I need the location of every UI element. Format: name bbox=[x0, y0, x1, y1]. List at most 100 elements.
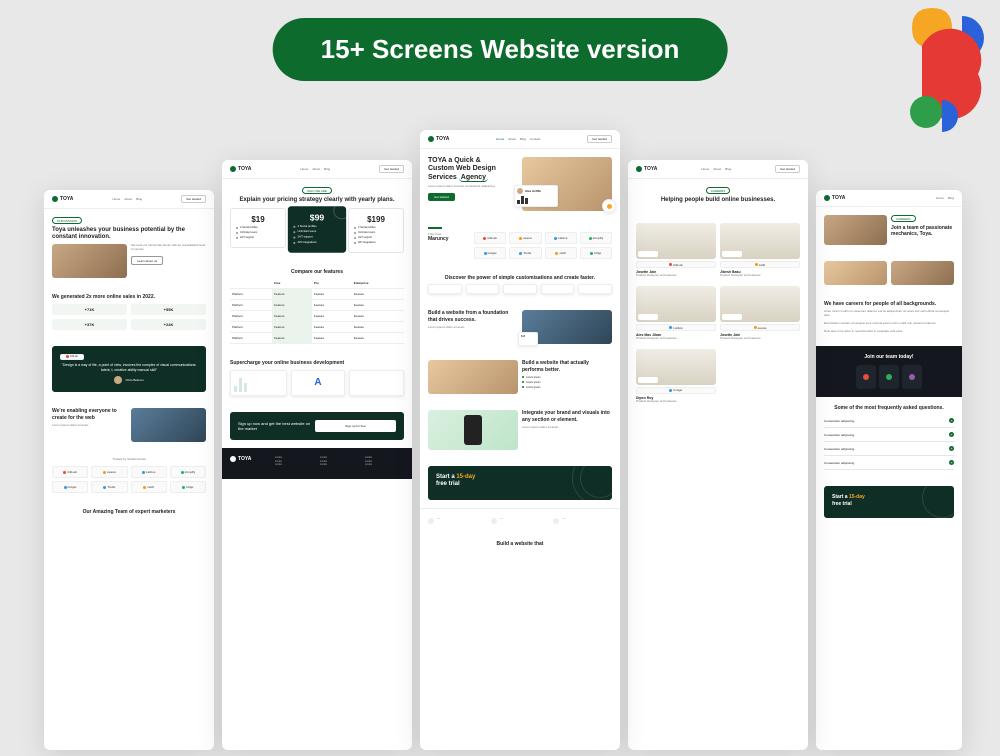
discover-title: Discover the power of simple customisati… bbox=[428, 275, 612, 281]
chart-card bbox=[349, 370, 404, 396]
feature-title: Build a website that actually performs b… bbox=[522, 360, 612, 373]
pricing-title: Explain your pricing strategy clearly wi… bbox=[230, 197, 404, 204]
hero-cta[interactable]: Get started bbox=[428, 193, 455, 201]
brand-logo: Trello bbox=[509, 247, 541, 259]
screen-team: TOYA HomeAboutBlog Get started CAREERS H… bbox=[628, 160, 808, 750]
badge: WHO WE ARE bbox=[302, 187, 332, 194]
brand-logo: Trello bbox=[91, 481, 127, 493]
super-title: Supercharge your online business develop… bbox=[230, 360, 404, 366]
overlay-card: Alex Griffin bbox=[514, 185, 558, 207]
hero-title: Toya unleashes your business potential b… bbox=[52, 227, 206, 241]
brand-logo: asana bbox=[91, 466, 127, 478]
brands-title: Trusted by Global brands bbox=[52, 458, 206, 462]
overlay-card: $18 bbox=[518, 332, 538, 346]
logo[interactable]: TOYA bbox=[428, 136, 449, 142]
nav-links[interactable]: HomeAboutBlog bbox=[701, 167, 731, 171]
nav-cta[interactable]: Get started bbox=[775, 165, 800, 173]
brand-logo: zwilt bbox=[545, 247, 577, 259]
screen-pricing: TOYA HomeAboutBlog Get started WHO WE AR… bbox=[222, 160, 412, 750]
banner-pill: 15+ Screens Website version bbox=[273, 18, 728, 81]
faq-item[interactable]: Consectetur adipiscing+ bbox=[824, 414, 954, 428]
brand-logo: GitLab bbox=[52, 466, 88, 478]
feature-tile bbox=[466, 284, 500, 294]
stat: +24K bbox=[131, 319, 206, 330]
image bbox=[428, 360, 518, 394]
stat: +71K bbox=[52, 304, 127, 315]
nav: TOYA HomeAboutBlogContact Get started bbox=[420, 130, 620, 149]
feature-title: Integrate your brand and visuals into an… bbox=[522, 410, 612, 423]
logo[interactable]: TOYA bbox=[52, 196, 73, 202]
cta-band: Start a 15-dayfree trial bbox=[824, 486, 954, 518]
feature-tile bbox=[578, 284, 612, 294]
hero-sub: We treat our clients like family with an… bbox=[131, 244, 206, 252]
person-card: holger Dipen Roy Product Designer at Fre… bbox=[636, 349, 716, 408]
nav-cta[interactable]: Get started bbox=[181, 195, 206, 203]
image bbox=[891, 261, 954, 285]
cta-band: Start a 15-dayfree trial bbox=[428, 466, 612, 499]
nav-links[interactable]: HomeAboutBlog bbox=[300, 167, 330, 171]
logo[interactable]: TOYA bbox=[636, 166, 657, 172]
screen-careers: TOYA HomeBlog CAREERS Join a team of pas… bbox=[816, 190, 962, 750]
enable-title: We're enabling everyone to create for th… bbox=[52, 408, 127, 421]
nav-links[interactable]: HomeAboutBlog bbox=[112, 197, 142, 201]
hero-title: Join a team of passionate mechanics, Toy… bbox=[891, 225, 954, 238]
person-card: GitLab Josette Jain Product Designer at … bbox=[636, 223, 716, 282]
compare-table: FreeProEnterprise PlatformFeatureFeature… bbox=[230, 278, 404, 344]
brand-logo: shopify bbox=[580, 232, 612, 244]
nav-cta[interactable]: Get started bbox=[587, 135, 612, 143]
price-card[interactable]: $19 4 Social profiles Unlimited users 24… bbox=[230, 208, 286, 248]
nav-links[interactable]: HomeAboutBlogContact bbox=[496, 137, 540, 141]
nav-links[interactable]: HomeBlog bbox=[936, 196, 954, 200]
hero-title: TOYA a Quick & Custom Web Design Service… bbox=[428, 157, 518, 182]
person-card: Lattice Alex Max Jiban Product Designer … bbox=[636, 286, 716, 345]
brand-logo: zwilt bbox=[131, 481, 167, 493]
build-title: Build a website that bbox=[428, 541, 612, 547]
feature-tile bbox=[503, 284, 537, 294]
price-card-featured[interactable]: $99 4 Social profiles Unlimited users 24… bbox=[288, 206, 346, 252]
badge: CAREERS bbox=[891, 215, 916, 222]
stat: +55K bbox=[131, 304, 206, 315]
faq-item[interactable]: Consectetur adipiscing+ bbox=[824, 428, 954, 442]
brand-logo: GitLab bbox=[474, 232, 506, 244]
brand-logo: Lattice bbox=[545, 232, 577, 244]
brand-logo: shopify bbox=[170, 466, 206, 478]
hero-cta[interactable]: Learn about us bbox=[131, 256, 163, 265]
signup-button[interactable]: Sign up for free bbox=[315, 420, 396, 432]
brand-logo: klipp bbox=[170, 481, 206, 493]
join-band: Join our team today! bbox=[816, 346, 962, 397]
footer: TOYA LinksLinksLinks LinksLinksLinks Lin… bbox=[222, 448, 412, 480]
testimonial: GitLab "Design is a way of life, a point… bbox=[52, 346, 206, 393]
nav-cta[interactable]: Get started bbox=[379, 165, 404, 173]
role-pill[interactable] bbox=[879, 365, 899, 389]
compare-title: Compare our features bbox=[230, 269, 404, 275]
brand-logo: holger bbox=[52, 481, 88, 493]
brand-logo: klipp bbox=[580, 247, 612, 259]
faq-item[interactable]: Consectetur adipiscing+ bbox=[824, 442, 954, 456]
image bbox=[131, 408, 206, 442]
role-pill[interactable] bbox=[856, 365, 876, 389]
logo[interactable]: TOYA bbox=[230, 166, 251, 172]
brand-logo: Lattice bbox=[131, 466, 167, 478]
image bbox=[428, 410, 518, 450]
faq-item[interactable]: Consectetur adipiscing+ bbox=[824, 456, 954, 470]
hero-image bbox=[52, 244, 127, 278]
logo[interactable]: TOYA bbox=[824, 195, 845, 201]
team-title: Our Amazing Team of expert marketers bbox=[52, 509, 206, 515]
screen-home: TOYA HomeAboutBlogContact Get started TO… bbox=[420, 130, 620, 750]
role-pill[interactable] bbox=[902, 365, 922, 389]
price-card[interactable]: $199 4 Social profiles Unlimited users 2… bbox=[348, 208, 404, 253]
image bbox=[824, 261, 887, 285]
chart-card bbox=[230, 370, 287, 396]
careers-title: We have careers for people of all backgr… bbox=[824, 301, 954, 307]
feature-title: Build a website from a foundation that d… bbox=[428, 310, 518, 323]
decorative-logo bbox=[872, 8, 992, 138]
nav: TOYA HomeAboutBlog Get started bbox=[628, 160, 808, 179]
stat: +37K bbox=[52, 319, 127, 330]
nav: TOYA HomeAboutBlog Get started bbox=[222, 160, 412, 179]
faq-title: Some of the most frequently asked questi… bbox=[824, 405, 954, 411]
stats-title: We generated 2x more online sales in 202… bbox=[52, 294, 206, 300]
badge: CAREERS bbox=[706, 187, 731, 194]
image bbox=[824, 215, 887, 245]
chart-card: A bbox=[291, 370, 346, 396]
signup-band: Sign up now and get the best website on … bbox=[230, 412, 404, 440]
